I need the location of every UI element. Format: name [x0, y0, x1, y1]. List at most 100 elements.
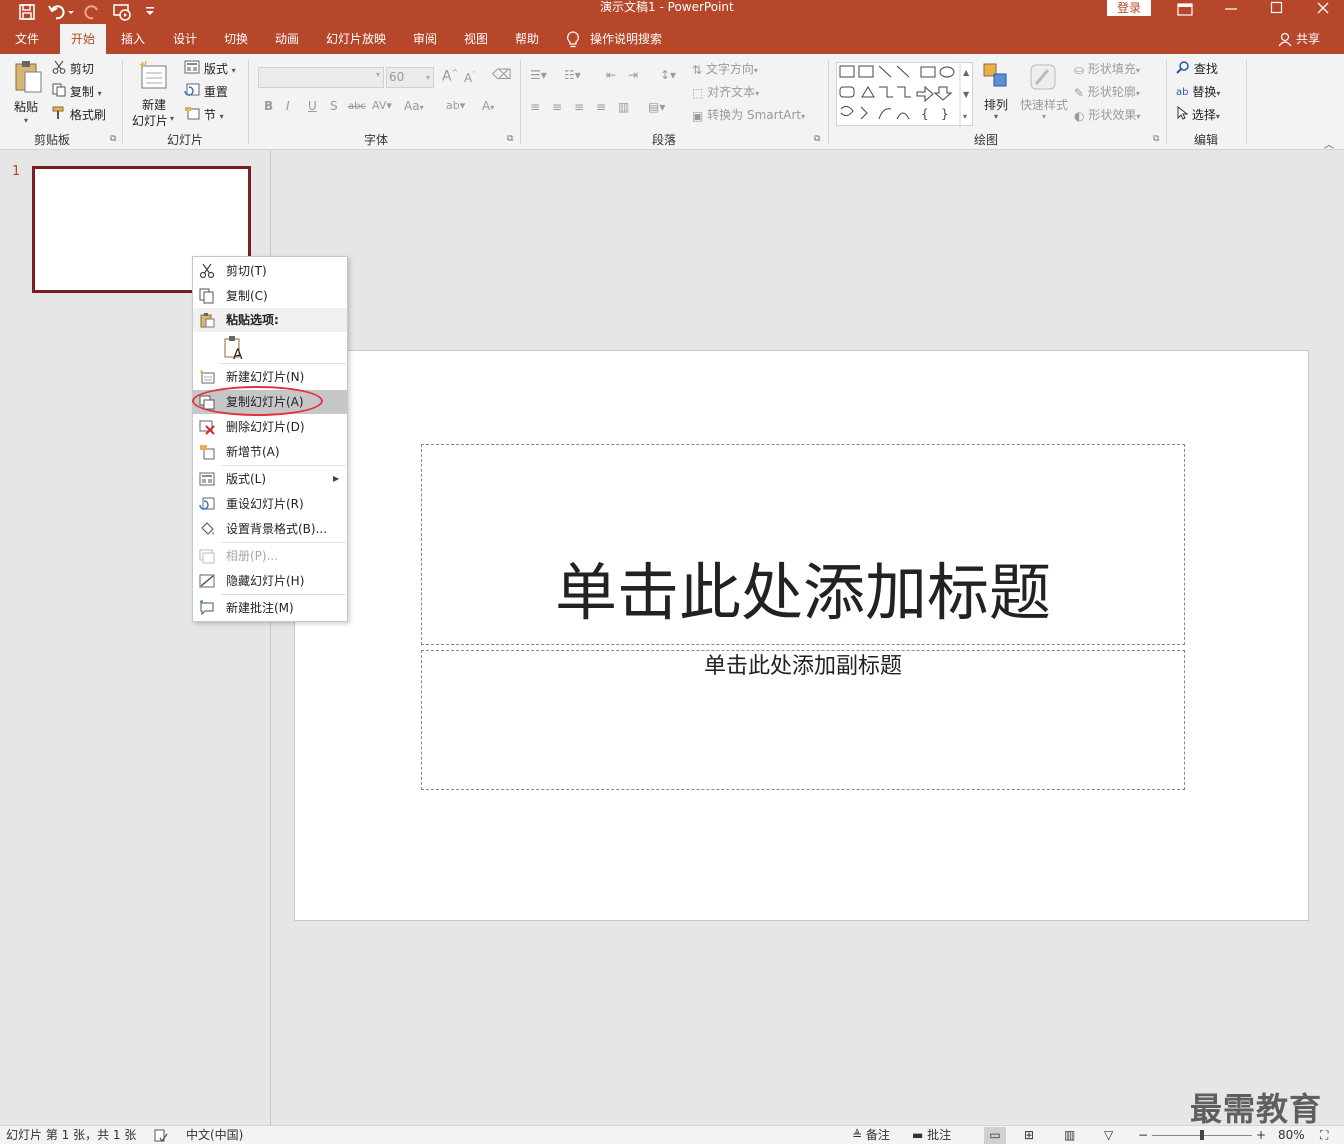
notes-button[interactable]: ≜ 备注 — [852, 1127, 890, 1144]
login-button[interactable]: 登录 — [1107, 0, 1151, 16]
strikethrough-icon[interactable]: abc — [348, 101, 366, 112]
font-color-icon[interactable]: A▾ — [482, 99, 494, 113]
underline-icon[interactable]: U — [308, 99, 317, 113]
language-status[interactable]: 中文(中国) — [186, 1127, 243, 1144]
cut-button[interactable]: 剪切 — [52, 60, 94, 78]
close-icon[interactable] — [1316, 1, 1330, 15]
bullets-icon[interactable]: ☰▾ — [530, 68, 547, 82]
menu-item-cut[interactable]: 剪切(T) — [193, 259, 347, 283]
tell-me-search[interactable]: 操作说明搜索 — [590, 24, 670, 54]
tab-design[interactable]: 设计 — [164, 24, 206, 54]
quick-styles-button[interactable]: 快速样式 ▾ — [1018, 60, 1070, 126]
zoom-out-button[interactable]: − — [1138, 1127, 1148, 1144]
shapes-gallery[interactable]: {} ▲ ▼ ▾ — [836, 62, 973, 127]
menu-item-photo-album[interactable]: 相册(P)... — [193, 544, 347, 568]
find-button[interactable]: 查找 — [1176, 60, 1218, 78]
collapse-ribbon-icon[interactable]: ︿ — [1324, 136, 1334, 151]
new-slide-button[interactable]: 新建 幻灯片 ▾ — [130, 60, 178, 128]
tab-home[interactable]: 开始 — [60, 24, 106, 54]
dialog-launcher-icon[interactable]: ⧉ — [1153, 134, 1159, 144]
decrease-indent-icon[interactable]: ⇤ — [606, 68, 616, 82]
undo-icon[interactable] — [48, 2, 76, 22]
arrange-button[interactable]: 排列 ▾ — [980, 60, 1014, 126]
paste-button[interactable]: 粘贴 ▾ — [10, 60, 46, 126]
fit-to-window-icon[interactable]: ⛶ — [1320, 1127, 1328, 1144]
menu-item-new-comment[interactable]: 新建批注(M) — [193, 596, 347, 620]
menu-item-layout[interactable]: 版式(L) ▶ — [193, 467, 347, 491]
menu-item-hide-slide[interactable]: 隐藏幻灯片(H) — [193, 569, 347, 593]
align-center-icon[interactable]: ≡ — [552, 100, 562, 114]
line-spacing-icon[interactable]: ↕▾ — [660, 68, 676, 82]
tab-help[interactable]: 帮助 — [506, 24, 548, 54]
title-placeholder[interactable]: 单击此处添加标题 — [421, 444, 1185, 645]
slideshow-view-icon[interactable]: ▽ — [1104, 1127, 1113, 1144]
italic-icon[interactable]: I — [286, 99, 290, 113]
slide-canvas[interactable]: 单击此处添加标题 单击此处添加副标题 — [294, 350, 1309, 921]
comments-button[interactable]: ▬ 批注 — [912, 1127, 951, 1144]
menu-item-format-background[interactable]: 设置背景格式(B)... — [193, 517, 347, 541]
maximize-icon[interactable] — [1270, 1, 1284, 15]
numbering-icon[interactable]: ☷▾ — [564, 68, 581, 82]
shape-fill-button[interactable]: ⛀ 形状填充▾ — [1074, 60, 1140, 78]
slide-sorter-icon[interactable]: ⊞ — [1024, 1127, 1034, 1144]
menu-item-delete-slide[interactable]: 删除幻灯片(D) — [193, 415, 347, 439]
tab-transitions[interactable]: 切换 — [215, 24, 257, 54]
customize-toolbar-icon[interactable] — [144, 4, 156, 18]
increase-indent-icon[interactable]: ⇥ — [628, 68, 638, 82]
tab-animations[interactable]: 动画 — [266, 24, 308, 54]
minimize-icon[interactable] — [1224, 2, 1238, 16]
align-right-icon[interactable]: ≡ — [574, 100, 584, 114]
font-name-combobox[interactable]: ▾ — [258, 67, 384, 88]
menu-item-reset-slide[interactable]: 重设幻灯片(R) — [193, 492, 347, 516]
subtitle-placeholder[interactable]: 单击此处添加副标题 — [421, 650, 1185, 790]
zoom-level[interactable]: 80% — [1278, 1127, 1305, 1144]
redo-icon[interactable] — [84, 2, 102, 22]
normal-view-icon[interactable]: ▭ — [984, 1127, 1006, 1144]
text-shadow-icon[interactable]: S — [330, 99, 338, 113]
change-case-button[interactable]: Aa▾ — [404, 99, 424, 113]
character-spacing-icon[interactable]: AV▾ — [372, 99, 392, 112]
shrink-font-icon[interactable]: Aˇ — [464, 71, 476, 85]
format-painter-button[interactable]: 格式刷 — [52, 106, 106, 124]
columns-icon[interactable]: ▤▾ — [648, 100, 665, 114]
menu-item-copy[interactable]: 复制(C) — [193, 284, 347, 308]
reading-view-icon[interactable]: ▥ — [1064, 1127, 1075, 1144]
restore-ribbon-icon[interactable] — [1177, 3, 1193, 17]
zoom-in-button[interactable]: + — [1256, 1127, 1266, 1144]
dialog-launcher-icon[interactable]: ⧉ — [507, 134, 513, 144]
tab-review[interactable]: 审阅 — [404, 24, 446, 54]
user-icon[interactable] — [1278, 32, 1292, 47]
smartart-button[interactable]: ▣ 转换为 SmartArt▾ — [692, 106, 805, 124]
tab-insert[interactable]: 插入 — [112, 24, 154, 54]
text-direction-button[interactable]: ⇅ 文字方向▾ — [692, 60, 758, 78]
clear-formatting-icon[interactable]: ⌫ — [492, 67, 512, 83]
font-size-combobox[interactable]: 60 ▾ — [386, 67, 434, 88]
zoom-slider[interactable] — [1152, 1130, 1252, 1140]
tab-view[interactable]: 视图 — [455, 24, 497, 54]
highlight-icon[interactable]: ab▾ — [446, 99, 465, 112]
menu-item-add-section[interactable]: 新增节(A) — [193, 440, 347, 464]
zoom-slider-thumb[interactable] — [1200, 1130, 1204, 1140]
align-left-icon[interactable]: ≡ — [530, 100, 540, 114]
copy-button[interactable]: 复制 ▾ — [52, 83, 102, 101]
section-button[interactable]: 节 ▾ — [184, 106, 224, 124]
tab-slideshow[interactable]: 幻灯片放映 — [320, 24, 392, 54]
layout-button[interactable]: 版式 ▾ — [184, 60, 236, 78]
distributed-icon[interactable]: ▥ — [618, 100, 629, 114]
dialog-launcher-icon[interactable]: ⧉ — [110, 134, 116, 144]
shape-effects-button[interactable]: ◐ 形状效果▾ — [1074, 106, 1140, 124]
align-text-button[interactable]: ⬚ 对齐文本▾ — [692, 83, 759, 101]
justify-icon[interactable]: ≡ — [596, 100, 606, 114]
share-button[interactable]: 共享 — [1296, 24, 1328, 54]
paste-keep-text-only-icon[interactable]: A — [223, 335, 247, 363]
start-slideshow-icon[interactable] — [112, 2, 134, 22]
grow-font-icon[interactable]: A^ — [442, 68, 458, 85]
shape-outline-button[interactable]: ✎ 形状轮廓▾ — [1074, 83, 1140, 101]
bold-icon[interactable]: B — [264, 99, 273, 113]
select-button[interactable]: 选择▾ — [1176, 105, 1220, 124]
spell-check-icon[interactable] — [154, 1127, 168, 1144]
tab-file[interactable]: 文件 — [6, 24, 48, 54]
save-icon[interactable] — [18, 3, 36, 21]
replace-button[interactable]: ab 替换▾ — [1176, 83, 1220, 101]
reset-button[interactable]: 重置 — [184, 83, 228, 101]
